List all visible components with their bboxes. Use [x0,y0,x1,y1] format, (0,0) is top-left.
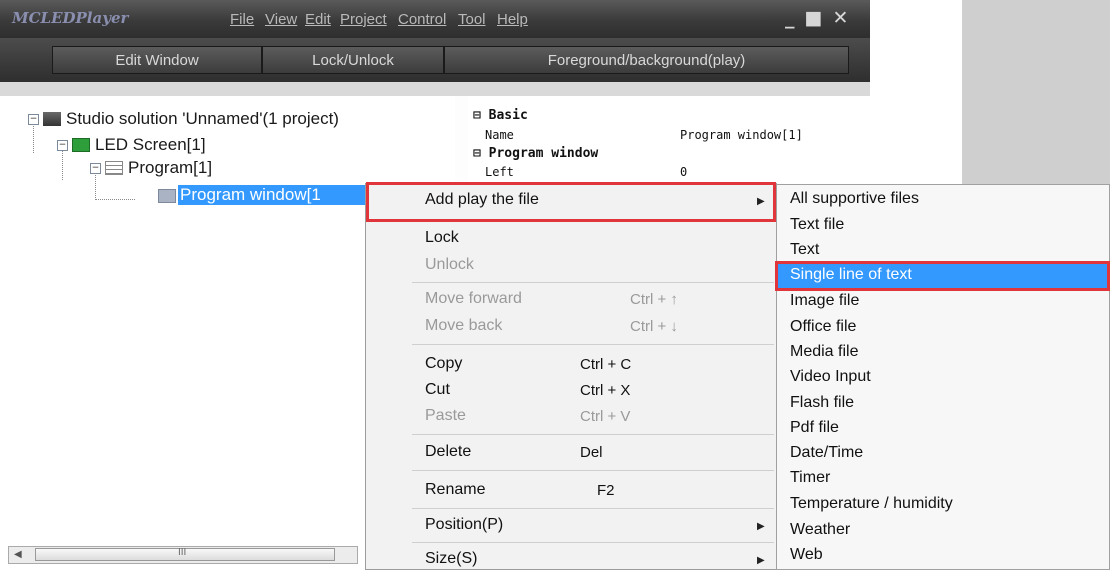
shortcut-cut: Ctrl + X [580,382,631,399]
prop-left-key: Left [485,165,514,179]
basic-header-label: Basic [488,108,528,123]
menu-file[interactable]: File [230,11,254,28]
minimize-icon[interactable]: _ [785,7,805,29]
shortcut-move-back: Ctrl + ↓ [630,318,678,335]
menu-item-move-back[interactable]: Move back [425,317,502,335]
menu-project[interactable]: Project [340,11,387,28]
edit-window-button[interactable]: Edit Window [52,46,262,74]
window-controls[interactable]: _■✕ [785,7,858,29]
submenu-item-pdf-file[interactable]: Pdf file [790,419,839,437]
app-title: MCLEDPlayer [12,9,129,27]
prop-left-value[interactable]: 0 [680,165,687,179]
tree-collapse-icon[interactable]: − [28,114,39,125]
maximize-icon[interactable]: ■ [805,7,833,29]
submenu-arrow-icon: ▶ [757,521,765,532]
shortcut-copy: Ctrl + C [580,356,632,373]
shortcut-move-forward: Ctrl + ↑ [630,291,678,308]
pw-header-label: Program window [488,146,599,161]
led-screen-icon [72,138,90,152]
menu-item-move-forward[interactable]: Move forward [425,290,522,308]
menu-item-lock[interactable]: Lock [425,229,459,247]
menu-item-rename[interactable]: Rename [425,481,485,499]
toolbar-separator [0,82,870,96]
tree-item-led-screen[interactable]: LED Screen[1] [95,135,206,155]
submenu-item-office-file[interactable]: Office file [790,318,856,336]
tree-connector [33,123,34,153]
submenu-item-video-input[interactable]: Video Input [790,368,871,386]
menu-control[interactable]: Control [398,11,446,28]
menu-separator [412,344,774,345]
program-icon [105,161,123,175]
program-window-icon [158,189,176,203]
tree-connector [95,172,96,200]
submenu-item-temperature-humidity[interactable]: Temperature / humidity [790,495,953,513]
submenu-item-web[interactable]: Web [790,546,823,564]
menu-separator [412,542,774,543]
menu-item-cut[interactable]: Cut [425,381,450,399]
tree-collapse-icon[interactable]: − [90,163,101,174]
basic-section-header[interactable]: ⊟ Basic [473,108,528,123]
menu-edit[interactable]: Edit [305,11,331,28]
shortcut-paste: Ctrl + V [580,408,631,425]
submenu-arrow-icon: ▶ [757,555,765,566]
submenu-item-all-supportive-files[interactable]: All supportive files [790,190,919,208]
tree-item-solution[interactable]: Studio solution 'Unnamed'(1 project) [66,109,339,129]
tree-connector [95,199,135,200]
submenu-item-text[interactable]: Text [790,241,819,259]
lock-unlock-button[interactable]: Lock/Unlock [262,46,444,74]
close-icon[interactable]: ✕ [832,7,858,29]
menu-separator [412,434,774,435]
menu-separator [412,470,774,471]
tree-item-program-window[interactable]: Program window[1 [178,185,365,205]
scrollbar-grip: III [178,547,187,558]
menu-tool[interactable]: Tool [458,11,486,28]
collapse-box-icon[interactable]: ⊟ [473,108,481,123]
tree-connector [62,150,63,180]
menu-separator [412,508,774,509]
submenu-item-media-file[interactable]: Media file [790,343,858,361]
tree-collapse-icon[interactable]: − [57,140,68,151]
submenu-item-date-time[interactable]: Date/Time [790,444,863,462]
menu-view[interactable]: View [265,11,297,28]
menu-item-add-play-file[interactable]: Add play the file [425,191,539,209]
prop-name-key: Name [485,128,514,142]
submenu-item-flash-file[interactable]: Flash file [790,394,854,412]
menu-item-unlock[interactable]: Unlock [425,256,474,274]
submenu-item-single-line-text[interactable]: Single line of text [790,266,912,284]
menu-item-paste[interactable]: Paste [425,407,466,425]
shortcut-rename: F2 [597,482,615,499]
submenu-arrow-icon: ▶ [757,196,765,207]
solution-icon [43,112,61,126]
tree-item-program[interactable]: Program[1] [128,158,212,178]
program-window-section-header[interactable]: ⊟ Program window [473,146,598,161]
submenu-item-weather[interactable]: Weather [790,521,850,539]
menu-help[interactable]: Help [497,11,528,28]
prop-name-value[interactable]: Program window[1] [680,128,803,142]
submenu-item-timer[interactable]: Timer [790,469,830,487]
menu-item-delete[interactable]: Delete [425,443,471,461]
menu-item-position[interactable]: Position(P) [425,516,503,534]
menu-item-size[interactable]: Size(S) [425,550,477,568]
collapse-box-icon[interactable]: ⊟ [473,146,481,161]
menu-item-copy[interactable]: Copy [425,355,462,373]
menu-separator [412,282,774,283]
scroll-left-arrow-icon[interactable]: ◀ [14,549,22,560]
submenu-item-image-file[interactable]: Image file [790,292,859,310]
foreground-background-button[interactable]: Foreground/background(play) [444,46,849,74]
submenu-item-text-file[interactable]: Text file [790,216,844,234]
shortcut-delete: Del [580,444,603,461]
